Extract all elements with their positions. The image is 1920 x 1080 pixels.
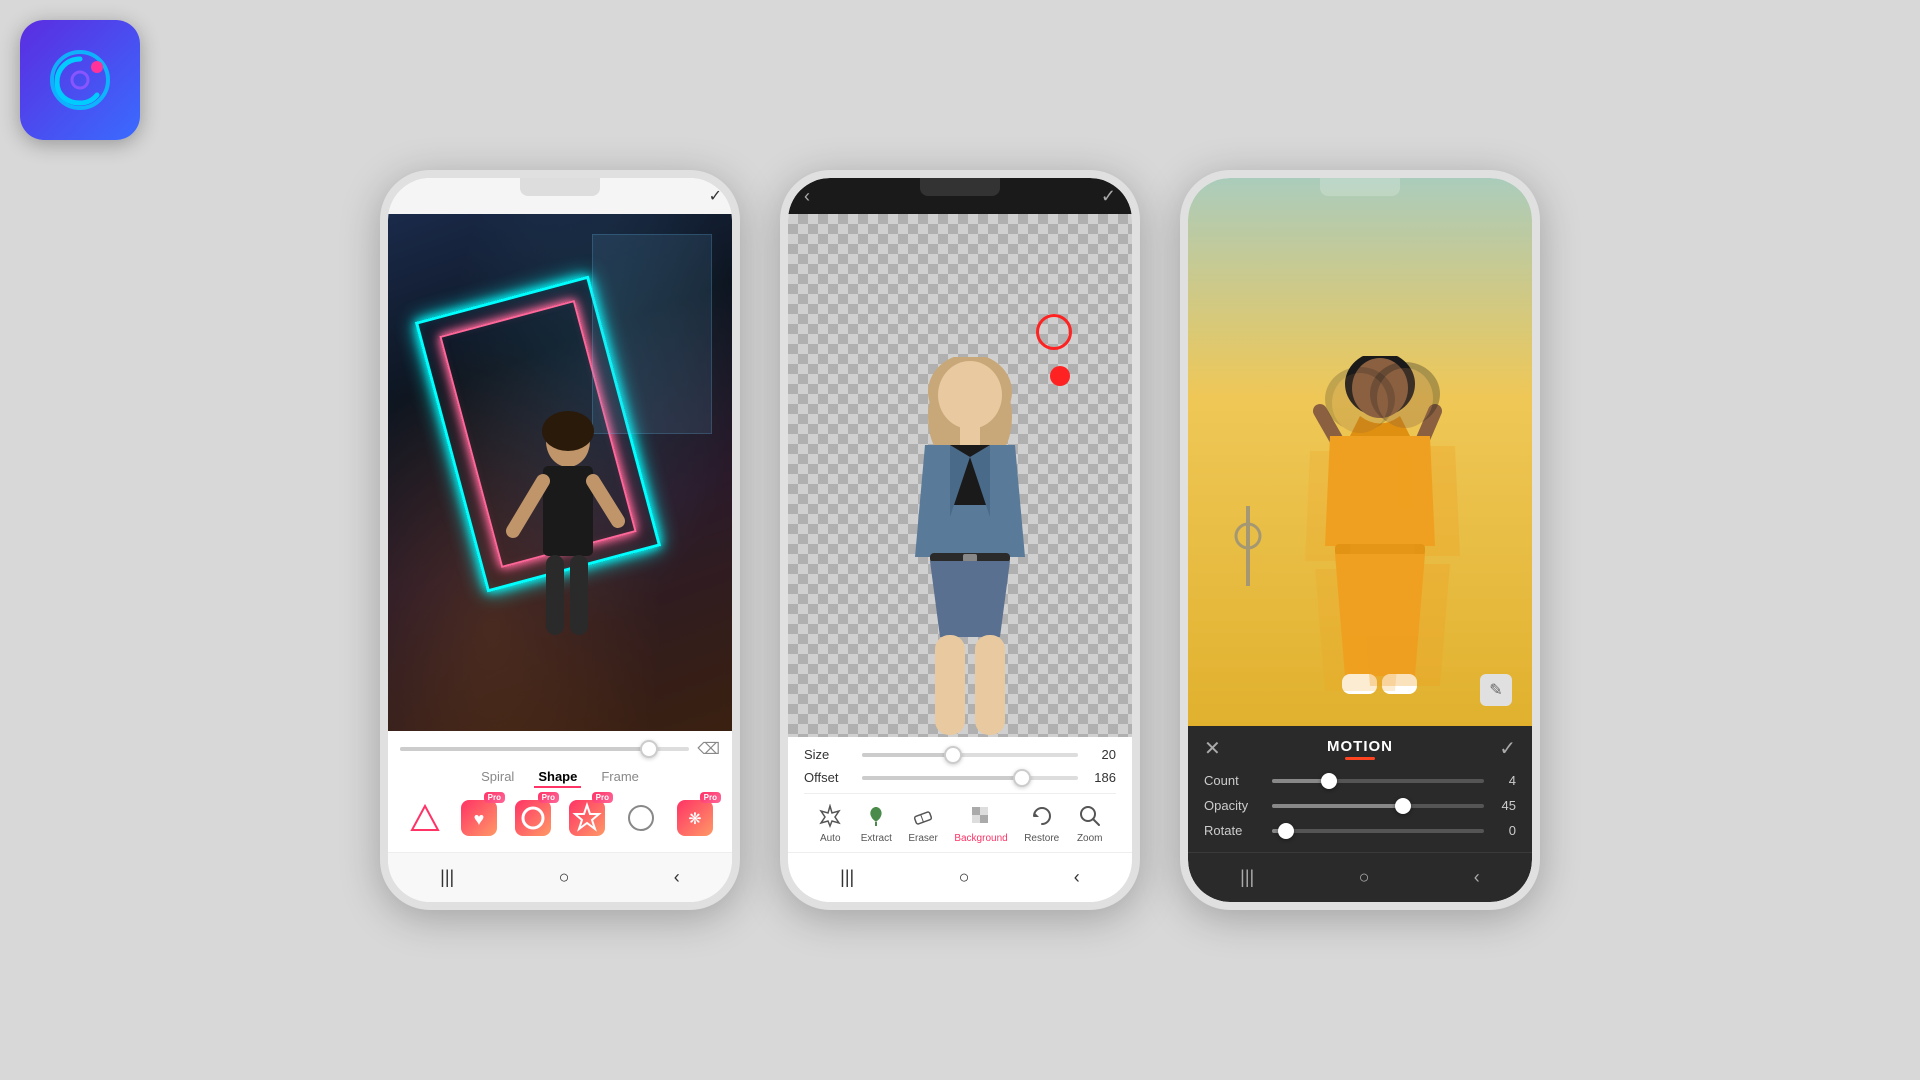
- zoom-icon: [1076, 802, 1104, 830]
- tab-frame[interactable]: Frame: [597, 767, 643, 788]
- phone3-header: ✕ MOTION ✓: [1204, 736, 1516, 761]
- phone2-nav: ||| ○ ‹: [788, 852, 1132, 902]
- nav-home-ph1[interactable]: ○: [559, 867, 570, 888]
- phone3-notch-bar: [1188, 178, 1532, 214]
- shape-tabs: Spiral Shape Frame: [400, 767, 720, 788]
- phone2-back[interactable]: ‹: [804, 186, 810, 207]
- eraser-icon-ph2: [909, 802, 937, 830]
- woman-cutout: [870, 357, 1070, 737]
- offset-label: Offset: [804, 770, 854, 785]
- nav-home-ph2[interactable]: ○: [959, 867, 970, 888]
- phone3-image-area: ✎: [1188, 178, 1532, 726]
- phone-3: ✎ ✕ MOTION ✓ Count: [1180, 170, 1540, 910]
- rotate-thumb[interactable]: [1278, 823, 1294, 839]
- tool-bar: Auto Extract: [804, 793, 1116, 848]
- woman-silhouette-1: [488, 411, 648, 731]
- phone-2: ‹ ✓: [780, 170, 1140, 910]
- shape-triangle[interactable]: [403, 796, 447, 840]
- count-label: Count: [1204, 773, 1264, 788]
- phone3-close[interactable]: ✕: [1204, 736, 1221, 761]
- phone1-image-area: [388, 214, 732, 731]
- phone2-controls: Size 20 Offset 186: [788, 737, 1132, 852]
- tool-auto[interactable]: Auto: [816, 802, 844, 844]
- nav-menu-ph2[interactable]: |||: [840, 867, 854, 888]
- tool-restore[interactable]: Restore: [1024, 802, 1059, 844]
- count-row: Count 4: [1204, 773, 1516, 788]
- auto-label: Auto: [820, 833, 841, 844]
- restore-icon: [1028, 802, 1056, 830]
- size-value: 20: [1086, 747, 1116, 762]
- nav-back-ph3[interactable]: ‹: [1474, 867, 1480, 888]
- tool-eraser[interactable]: Eraser: [908, 802, 937, 844]
- app-icon[interactable]: [20, 20, 140, 140]
- phone1-checkmark[interactable]: ✓: [709, 186, 722, 206]
- phone3-nav: ||| ○ ‹: [1188, 852, 1532, 902]
- pro-badge-circle: Pro: [538, 792, 559, 803]
- shape-star[interactable]: Pro: [565, 796, 609, 840]
- opacity-label: Opacity: [1204, 798, 1264, 813]
- size-label: Size: [804, 747, 854, 762]
- phone-1: ✓: [380, 170, 740, 910]
- shape-circle-ring[interactable]: Pro: [511, 796, 555, 840]
- pro-badge-heart: Pro: [484, 792, 505, 803]
- motion-title: MOTION: [1327, 738, 1393, 755]
- rotate-row: Rotate 0: [1204, 823, 1516, 838]
- tool-extract[interactable]: Extract: [861, 802, 892, 844]
- phone3-controls: ✕ MOTION ✓ Count 4: [1188, 726, 1532, 852]
- basketball-hoop: [1218, 506, 1278, 606]
- svg-text:❋: ❋: [688, 811, 701, 828]
- tab-shape[interactable]: Shape: [534, 767, 581, 788]
- rotate-value: 0: [1492, 823, 1516, 838]
- motion-underline: [1345, 757, 1375, 760]
- restore-label: Restore: [1024, 833, 1059, 844]
- woman-yellow: [1280, 356, 1480, 726]
- eraser-label: Eraser: [908, 833, 937, 844]
- scene: ✓: [0, 0, 1920, 1080]
- tab-spiral[interactable]: Spiral: [477, 767, 518, 788]
- nav-menu-ph3[interactable]: |||: [1240, 867, 1254, 888]
- background-label: Background: [954, 833, 1007, 844]
- phone2-image-area: [788, 214, 1132, 737]
- pencil-tool-icon[interactable]: ✎: [1480, 674, 1512, 706]
- auto-icon: [816, 802, 844, 830]
- svg-text:♥: ♥: [474, 809, 485, 829]
- shape-heart[interactable]: ♥ Pro: [457, 796, 501, 840]
- opacity-value: 45: [1492, 798, 1516, 813]
- phone3-checkmark[interactable]: ✓: [1499, 736, 1516, 761]
- shape-circle-outline[interactable]: [619, 796, 663, 840]
- offset-value: 186: [1086, 770, 1116, 785]
- eraser-icon-ph1[interactable]: ⌫: [697, 739, 720, 759]
- phone2-notch-bar: ‹ ✓: [788, 178, 1132, 214]
- nav-back-ph1[interactable]: ‹: [674, 867, 680, 888]
- phone1-nav: ||| ○ ‹: [388, 852, 732, 902]
- pro-badge-extra: Pro: [700, 792, 721, 803]
- nav-back-ph2[interactable]: ‹: [1074, 867, 1080, 888]
- nav-menu-ph1[interactable]: |||: [440, 867, 454, 888]
- shape-options: ♥ Pro: [400, 796, 720, 848]
- count-thumb[interactable]: [1321, 773, 1337, 789]
- tool-zoom[interactable]: Zoom: [1076, 802, 1104, 844]
- building-bg: [592, 234, 712, 434]
- tool-background[interactable]: Background: [954, 802, 1007, 844]
- extract-label: Extract: [861, 833, 892, 844]
- count-value: 4: [1492, 773, 1516, 788]
- rotate-label: Rotate: [1204, 823, 1264, 838]
- nav-home-ph3[interactable]: ○: [1359, 867, 1370, 888]
- pro-badge-star: Pro: [592, 792, 613, 803]
- background-icon: [967, 802, 995, 830]
- extract-icon: [862, 802, 890, 830]
- shape-extra-pro[interactable]: ❋ Pro: [673, 796, 717, 840]
- zoom-label: Zoom: [1077, 833, 1103, 844]
- phone1-controls: ⌫ Spiral Shape Frame: [388, 731, 732, 852]
- phone2-checkmark[interactable]: ✓: [1101, 186, 1116, 207]
- red-dot-outline: [1036, 314, 1072, 350]
- opacity-row: Opacity 45: [1204, 798, 1516, 813]
- opacity-thumb[interactable]: [1395, 798, 1411, 814]
